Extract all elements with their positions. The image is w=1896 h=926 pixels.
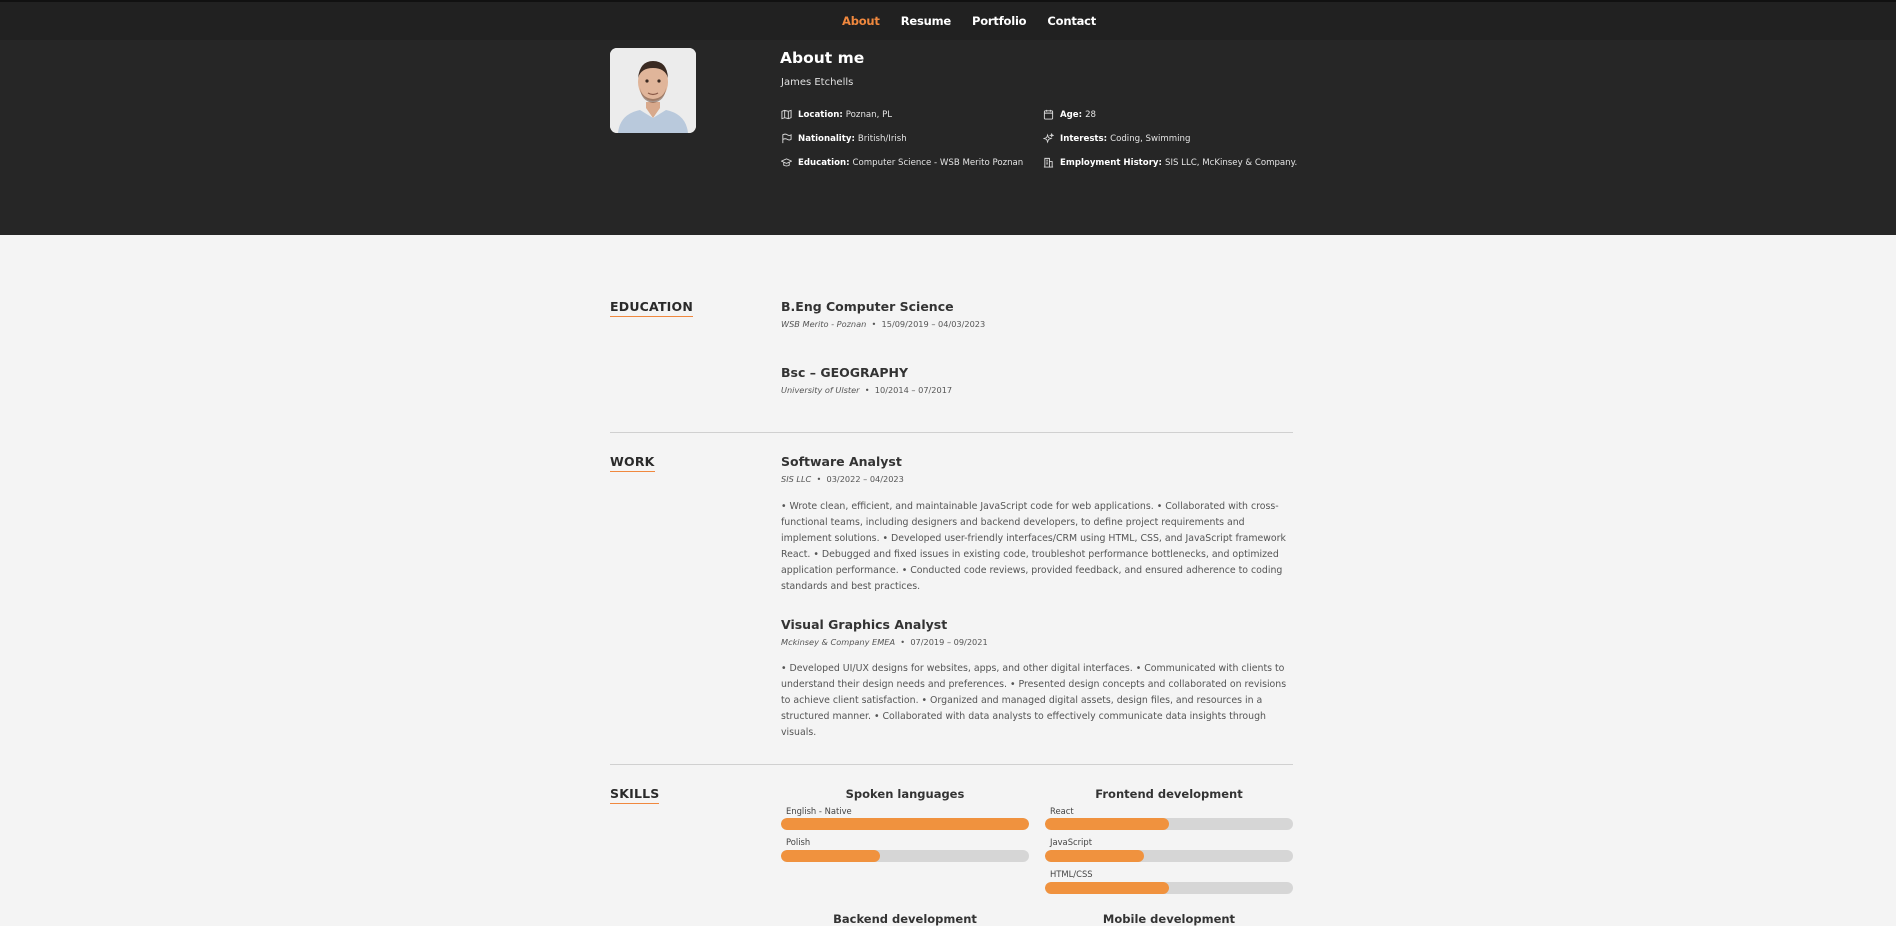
education-entry-dates: 15/09/2019 – 04/03/2023 — [881, 319, 986, 329]
flag-icon — [782, 133, 792, 144]
skill-name: HTML/CSS — [1050, 869, 1093, 879]
building-icon — [1043, 157, 1054, 168]
skill-bar-fill — [781, 850, 881, 862]
education-entry-title: B.Eng Computer Science — [781, 299, 954, 314]
work-entry-description: • Wrote clean, efficient, and maintainab… — [781, 501, 1286, 592]
age-value: 28 — [1085, 109, 1097, 120]
nav-link-about[interactable]: About — [842, 14, 880, 28]
skill-name: English - Native — [786, 806, 852, 816]
skill-group-title: Frontend development — [1095, 787, 1243, 801]
education-section-label: EDUCATION — [610, 299, 694, 317]
education-entry-meta: WSB Merito - Poznan • 15/09/2019 – 04/03… — [781, 319, 986, 329]
skill-bar — [1045, 882, 1293, 894]
nav-link-resume[interactable]: Resume — [901, 14, 951, 28]
section-divider — [610, 432, 1293, 433]
graduation-cap-icon — [781, 158, 792, 167]
skill-bar-fill — [781, 818, 1029, 830]
info-interests: Interests: Coding, Swimming — [1043, 133, 1190, 144]
skill-group-title: Backend development — [833, 912, 977, 926]
interests-value: Coding, Swimming — [1110, 133, 1191, 144]
top-navigation: About Resume Portfolio Contact — [0, 2, 1896, 41]
skill-group-title: Spoken languages — [845, 787, 965, 801]
nationality-label: Nationality: — [798, 133, 855, 144]
nav-link-contact[interactable]: Contact — [1047, 14, 1096, 28]
skill-name: JavaScript — [1050, 837, 1092, 847]
work-entry-dates: 07/2019 – 09/2021 — [910, 637, 988, 647]
location-value: Poznan, PL — [845, 109, 893, 120]
info-age: Age: 28 — [1043, 109, 1096, 120]
sparkles-icon — [1043, 133, 1054, 144]
section-divider — [610, 764, 1293, 765]
education-entry-school: University of Ulster — [781, 385, 860, 395]
map-icon — [781, 109, 792, 120]
work-entry-company: SIS LLC — [781, 474, 812, 484]
education-entry-dates: 10/2014 – 07/2017 — [874, 385, 953, 395]
nav-links: About Resume Portfolio Contact — [842, 14, 1096, 28]
info-education: Education: Computer Science - WSB Merito … — [781, 157, 1023, 168]
calendar-icon — [1043, 109, 1054, 120]
skill-bar — [781, 850, 1029, 862]
education-value: Computer Science - WSB Merito Poznan — [852, 157, 1024, 168]
skill-group-title: Mobile development — [1102, 912, 1236, 926]
work-entry-title: Visual Graphics Analyst — [781, 617, 948, 632]
profile-photo — [610, 48, 696, 133]
nav-link-portfolio[interactable]: Portfolio — [972, 14, 1027, 28]
skill-name: React — [1050, 806, 1074, 816]
work-section-label: WORK — [610, 454, 655, 472]
skill-bar-fill — [1045, 850, 1145, 862]
work-entry-dates: 03/2022 – 04/2023 — [826, 474, 904, 484]
work-entry-company: Mckinsey & Company EMEA — [781, 637, 896, 647]
age-label: Age: — [1060, 109, 1083, 120]
education-label: Education: — [798, 157, 850, 168]
location-label: Location: — [798, 109, 843, 120]
work-entry-title: Software Analyst — [781, 454, 902, 469]
skill-bar — [1045, 818, 1293, 830]
skill-bar-fill — [1045, 882, 1169, 894]
about-section: About me James Etchells Location: Poznan,… — [0, 40, 1896, 235]
info-nationality: Nationality: British/Irish — [781, 133, 907, 144]
employment-label: Employment History: — [1060, 157, 1162, 168]
info-employment: Employment History: SIS LLC, McKinsey & C… — [1043, 157, 1297, 168]
skills-section-label: SKILLS — [610, 786, 660, 804]
skill-bar-fill — [1045, 818, 1169, 830]
nationality-value: British/Irish — [857, 133, 907, 144]
education-entry-title: Bsc – GEOGRAPHY — [781, 365, 908, 380]
skill-name: Polish — [786, 837, 811, 847]
education-entry-meta: University of Ulster • 10/2014 – 07/2017 — [781, 385, 953, 395]
about-name: James Etchells — [781, 77, 854, 88]
work-entry-meta: Mckinsey & Company EMEA • 07/2019 – 09/2… — [781, 637, 988, 647]
interests-label: Interests: — [1060, 133, 1108, 144]
education-entry-school: WSB Merito - Poznan — [781, 319, 867, 329]
about-title: About me — [780, 49, 865, 67]
work-entry-meta: SIS LLC • 03/2022 – 04/2023 — [781, 474, 904, 484]
employment-value: SIS LLC, McKinsey & Company. — [1164, 157, 1298, 168]
info-location: Location: Poznan, PL — [781, 109, 892, 120]
skill-bar — [781, 818, 1029, 830]
work-entry-description: • Developed UI/UX designs for websites, … — [781, 663, 1287, 738]
skill-bar — [1045, 850, 1293, 862]
